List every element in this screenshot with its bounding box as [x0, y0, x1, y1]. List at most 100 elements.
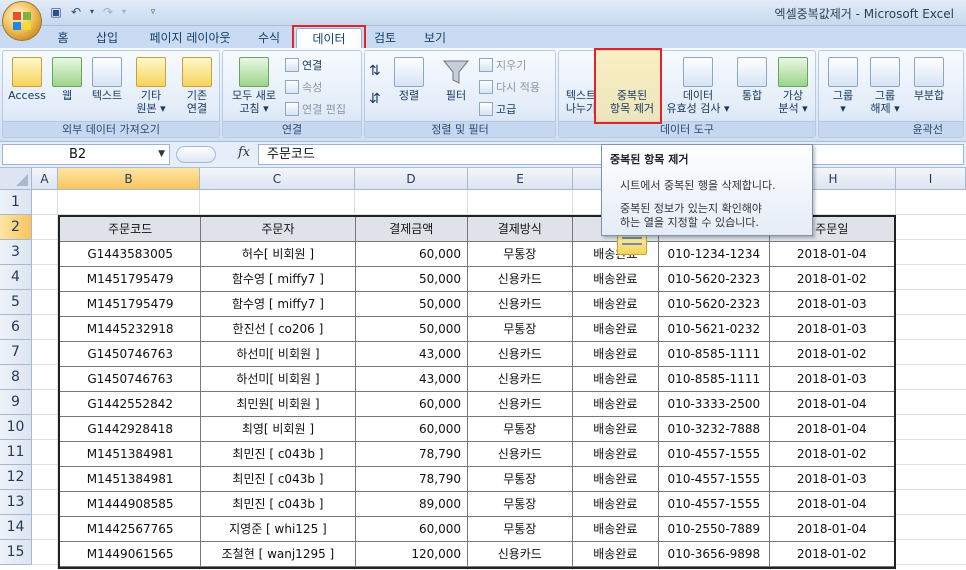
data-validation-button[interactable]: 데이터 유효성 검사 ▾ — [661, 57, 735, 115]
table-cell[interactable]: 2018-01-03 — [769, 367, 894, 392]
table-cell[interactable]: 50,000 — [355, 292, 469, 317]
row-header-1[interactable]: 1 — [0, 190, 32, 215]
table-cell[interactable]: 2018-01-04 — [769, 517, 894, 542]
table-cell[interactable]: M1445232918 — [60, 317, 202, 342]
table-cell[interactable]: 함수영 [ miffy7 ] — [201, 292, 356, 317]
tab-insert[interactable]: 삽입 — [90, 28, 124, 48]
select-all-button[interactable] — [0, 168, 32, 190]
table-cell[interactable]: 010-4557-1555 — [659, 492, 770, 517]
table-cell[interactable]: 배송완료 — [572, 517, 660, 542]
table-cell[interactable]: 010-1234-1234 — [659, 242, 770, 267]
table-cell[interactable]: 무통장 — [468, 492, 573, 517]
table-cell[interactable]: 신용카드 — [468, 292, 573, 317]
table-cell[interactable]: 2018-01-02 — [769, 342, 894, 367]
table-cell[interactable]: 2018-01-02 — [769, 267, 894, 292]
table-cell[interactable]: 2018-01-02 — [769, 442, 894, 467]
column-header-e[interactable]: E — [468, 168, 573, 190]
undo-dropdown-icon[interactable]: ▾ — [88, 4, 96, 20]
column-header-a[interactable]: A — [32, 168, 58, 190]
table-cell[interactable]: 2018-01-04 — [769, 492, 894, 517]
row-header-5[interactable]: 5 — [0, 290, 32, 315]
table-cell[interactable]: 50,000 — [355, 267, 469, 292]
table-cell[interactable]: 신용카드 — [468, 442, 573, 467]
table-cell[interactable]: 배송완료 — [572, 292, 660, 317]
column-header-i[interactable]: I — [896, 168, 966, 190]
table-cell[interactable]: G1450746763 — [60, 367, 202, 392]
sort-button[interactable]: 정렬 — [391, 57, 427, 102]
table-cell[interactable]: 010-4557-1555 — [659, 442, 770, 467]
row-header-7[interactable]: 7 — [0, 340, 32, 365]
table-cell[interactable]: M1451384981 — [60, 467, 202, 492]
tab-formulas[interactable]: 수식 — [252, 28, 286, 48]
column-header-c[interactable]: C — [200, 168, 355, 190]
row-header-9[interactable]: 9 — [0, 390, 32, 415]
table-cell[interactable]: 010-5620-2323 — [659, 267, 770, 292]
table-cell[interactable]: 무통장 — [468, 467, 573, 492]
table-cell[interactable]: 010-2550-7889 — [659, 517, 770, 542]
column-header-b[interactable]: B — [58, 168, 200, 190]
table-cell[interactable]: 2018-01-04 — [769, 417, 894, 442]
table-cell[interactable]: 배송완료 — [572, 442, 660, 467]
redo-icon[interactable]: ↷ — [100, 4, 116, 20]
table-cell[interactable]: 배송완료 — [572, 392, 660, 417]
table-cell[interactable]: G1442552842 — [60, 392, 202, 417]
table-cell[interactable]: 60,000 — [355, 417, 469, 442]
tab-page-layout[interactable]: 페이지 레이아웃 — [140, 28, 240, 48]
table-cell[interactable]: 010-3232-7888 — [659, 417, 770, 442]
table-cell[interactable]: 2018-01-02 — [769, 542, 894, 567]
table-cell[interactable]: 43,000 — [355, 342, 469, 367]
table-cell[interactable]: 60,000 — [355, 392, 469, 417]
table-cell[interactable]: 010-3656-9898 — [659, 542, 770, 567]
table-cell[interactable]: G1442928418 — [60, 417, 202, 442]
table-cell[interactable]: 최민원[ 비회원 ] — [201, 392, 356, 417]
table-cell[interactable]: 조철현 [ wanj1295 ] — [201, 542, 356, 567]
table-cell[interactable]: 지영준 [ whi125 ] — [201, 517, 356, 542]
row-header-12[interactable]: 12 — [0, 465, 32, 490]
properties-button[interactable]: 속성 — [285, 79, 322, 95]
table-cell[interactable]: M1451795479 — [60, 292, 202, 317]
row-header-15[interactable]: 15 — [0, 540, 32, 565]
table-cell[interactable]: 배송완료 — [572, 267, 660, 292]
sort-desc-icon[interactable]: ⇵ — [369, 91, 381, 107]
table-header-cell[interactable]: 주문자 — [201, 217, 356, 242]
table-cell[interactable]: 배송완료 — [572, 367, 660, 392]
table-cell[interactable]: 2018-01-03 — [769, 467, 894, 492]
table-cell[interactable]: 하선미[ 비회원 ] — [201, 367, 356, 392]
table-cell[interactable]: 신용카드 — [468, 542, 573, 567]
table-cell[interactable]: 2018-01-03 — [769, 317, 894, 342]
table-cell[interactable]: 최민진 [ c043b ] — [201, 492, 356, 517]
undo-icon[interactable]: ↶ — [68, 4, 84, 20]
table-cell[interactable]: 신용카드 — [468, 367, 573, 392]
advanced-button[interactable]: 고급 — [479, 101, 516, 117]
worksheet-grid[interactable]: ABCDEFGHI 123456789101112131415 주문코드주문자결… — [0, 168, 966, 570]
access-button[interactable]: Access — [7, 57, 47, 102]
table-cell[interactable]: 010-4557-1555 — [659, 467, 770, 492]
tab-home[interactable]: 홈 — [50, 28, 76, 48]
sort-asc-icon[interactable]: ⇅ — [369, 63, 381, 79]
table-header-cell[interactable]: 주문코드 — [60, 217, 202, 242]
name-box[interactable]: B2 ▼ — [2, 144, 170, 165]
table-header-cell[interactable]: 결제금액 — [355, 217, 469, 242]
table-cell[interactable]: 78,790 — [355, 467, 469, 492]
remove-duplicates-button[interactable]: 중복된 항목 제거 — [603, 57, 661, 255]
ungroup-button[interactable]: 그룹 해제 ▾ — [865, 57, 905, 115]
other-sources-button[interactable]: 기타 원본 ▾ — [131, 57, 171, 115]
table-header-cell[interactable]: 결제방식 — [468, 217, 573, 242]
table-cell[interactable]: 60,000 — [355, 517, 469, 542]
what-if-analysis-button[interactable]: 가상 분석 ▾ — [773, 57, 813, 115]
clear-button[interactable]: 지우기 — [479, 57, 526, 73]
row-header-13[interactable]: 13 — [0, 490, 32, 515]
table-cell[interactable]: 신용카드 — [468, 267, 573, 292]
web-button[interactable]: 웹 — [51, 57, 83, 102]
consolidate-button[interactable]: 통합 — [735, 57, 769, 102]
table-cell[interactable]: 최영[ 비회원 ] — [201, 417, 356, 442]
connections-button[interactable]: 연결 — [285, 57, 322, 73]
table-cell[interactable]: G1450746763 — [60, 342, 202, 367]
table-cell[interactable]: 신용카드 — [468, 342, 573, 367]
table-cell[interactable]: M1442567765 — [60, 517, 202, 542]
table-cell[interactable]: M1451795479 — [60, 267, 202, 292]
table-cell[interactable]: 배송완료 — [572, 467, 660, 492]
row-header-6[interactable]: 6 — [0, 315, 32, 340]
table-cell[interactable]: 2018-01-03 — [769, 292, 894, 317]
table-cell[interactable]: 배송완료 — [572, 342, 660, 367]
